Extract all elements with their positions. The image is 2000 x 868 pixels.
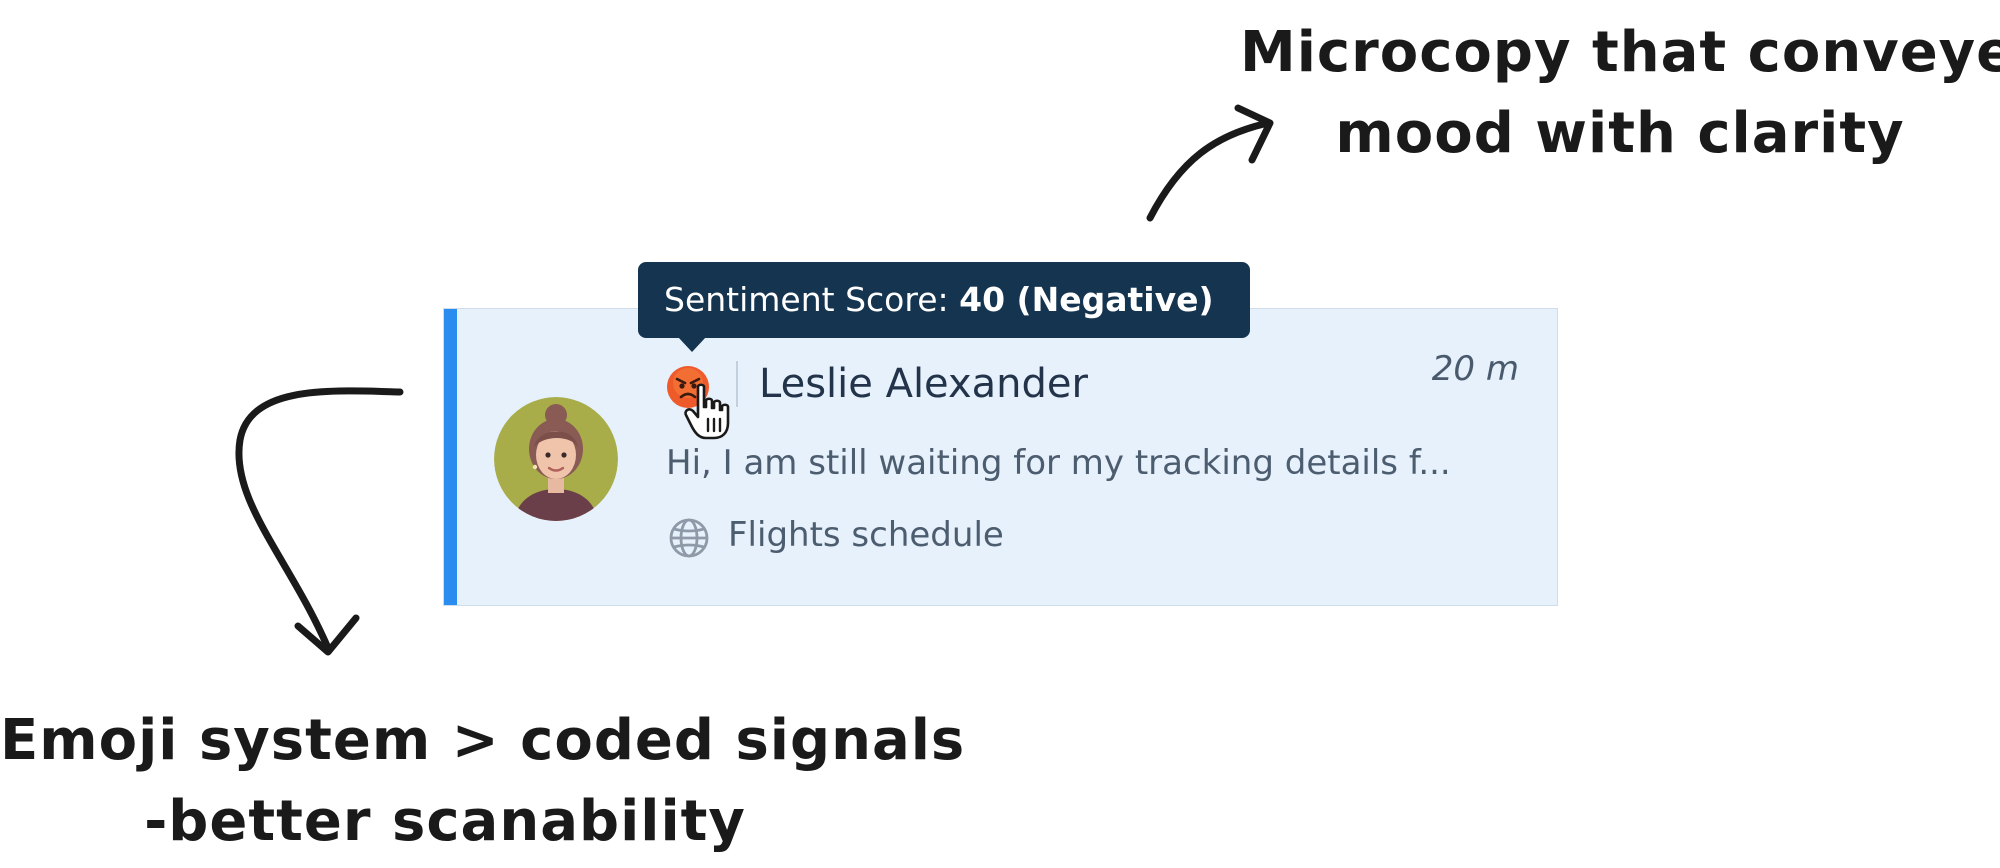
time-ago: 20 m [1431,349,1519,389]
emoji-annotation: Emoji system > coded signals -better sca… [0,700,966,862]
tooltip-pointer [678,337,706,352]
annotation-top-line1: Microcopy that conveyed [1240,20,2000,85]
tooltip-value: 40 (Negative) [959,280,1214,319]
bottom-arrow-head [294,614,360,656]
annotation-bottom-line1: Emoji system > coded signals [0,708,966,773]
annotation-top-line2: mood with clarity [1335,101,1905,167]
message-preview: Hi, I am still waiting for my tracking d… [666,443,1451,483]
microcopy-annotation: Microcopy that conveyed mood with clarit… [1240,12,2000,174]
conversation-card[interactable]: Leslie Alexander 20 m Hi, I am still wai… [443,308,1558,606]
channel-label: Flights schedule [728,515,1004,555]
avatar [494,397,618,521]
emoji-divider [736,361,738,407]
contact-name: Leslie Alexander [759,361,1088,407]
tooltip-label: Sentiment Score: [664,280,960,319]
globe-icon [668,517,710,559]
hand-pointer-icon [684,383,734,441]
selected-accent-bar [444,309,457,605]
bottom-arrow [235,387,404,652]
sentiment-tooltip: Sentiment Score: 40 (Negative) [638,262,1250,352]
annotation-bottom-line2: -better scanability [144,789,746,855]
